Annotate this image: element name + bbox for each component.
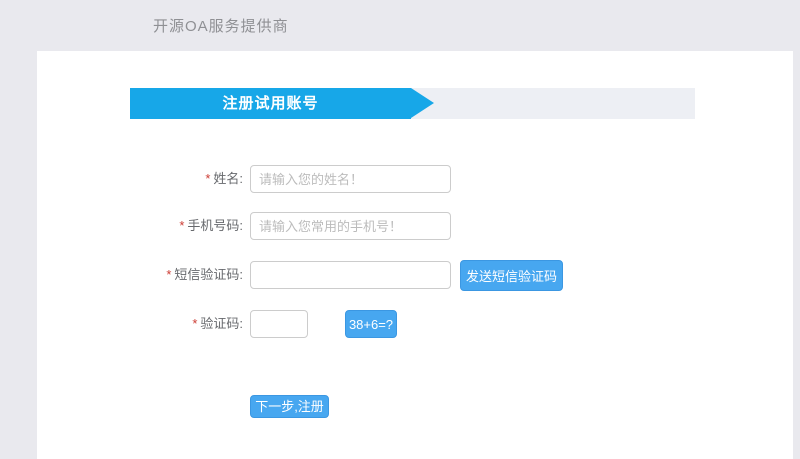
- registration-page: { "header": { "title": "开源OA服务提供商" }, "b…: [0, 0, 800, 459]
- phone-input[interactable]: [250, 212, 451, 240]
- name-input[interactable]: [250, 165, 451, 193]
- phone-label-text: 手机号码:: [187, 218, 243, 233]
- sms-code-input[interactable]: [250, 261, 451, 289]
- captcha-label: * 验证码:: [100, 310, 243, 338]
- submit-register-button[interactable]: 下一步,注册: [250, 395, 329, 418]
- send-sms-button[interactable]: 发送短信验证码: [460, 260, 563, 291]
- site-title: 开源OA服务提供商: [153, 18, 289, 35]
- captcha-question-button[interactable]: 38+6=?: [345, 310, 397, 338]
- required-asterisk: *: [166, 267, 172, 282]
- required-asterisk: *: [205, 171, 211, 186]
- page-title: 注册试用账号: [130, 88, 411, 119]
- required-asterisk: *: [179, 218, 185, 233]
- name-label-text: 姓名:: [213, 171, 243, 186]
- required-asterisk: *: [192, 316, 198, 331]
- sms-code-label: * 短信验证码:: [100, 261, 243, 289]
- banner-arrow-shape: [411, 88, 434, 118]
- phone-label: * 手机号码:: [100, 212, 243, 240]
- sms-code-label-text: 短信验证码:: [174, 267, 243, 282]
- captcha-input[interactable]: [250, 310, 308, 338]
- name-label: * 姓名:: [100, 165, 243, 193]
- captcha-label-text: 验证码:: [200, 316, 243, 331]
